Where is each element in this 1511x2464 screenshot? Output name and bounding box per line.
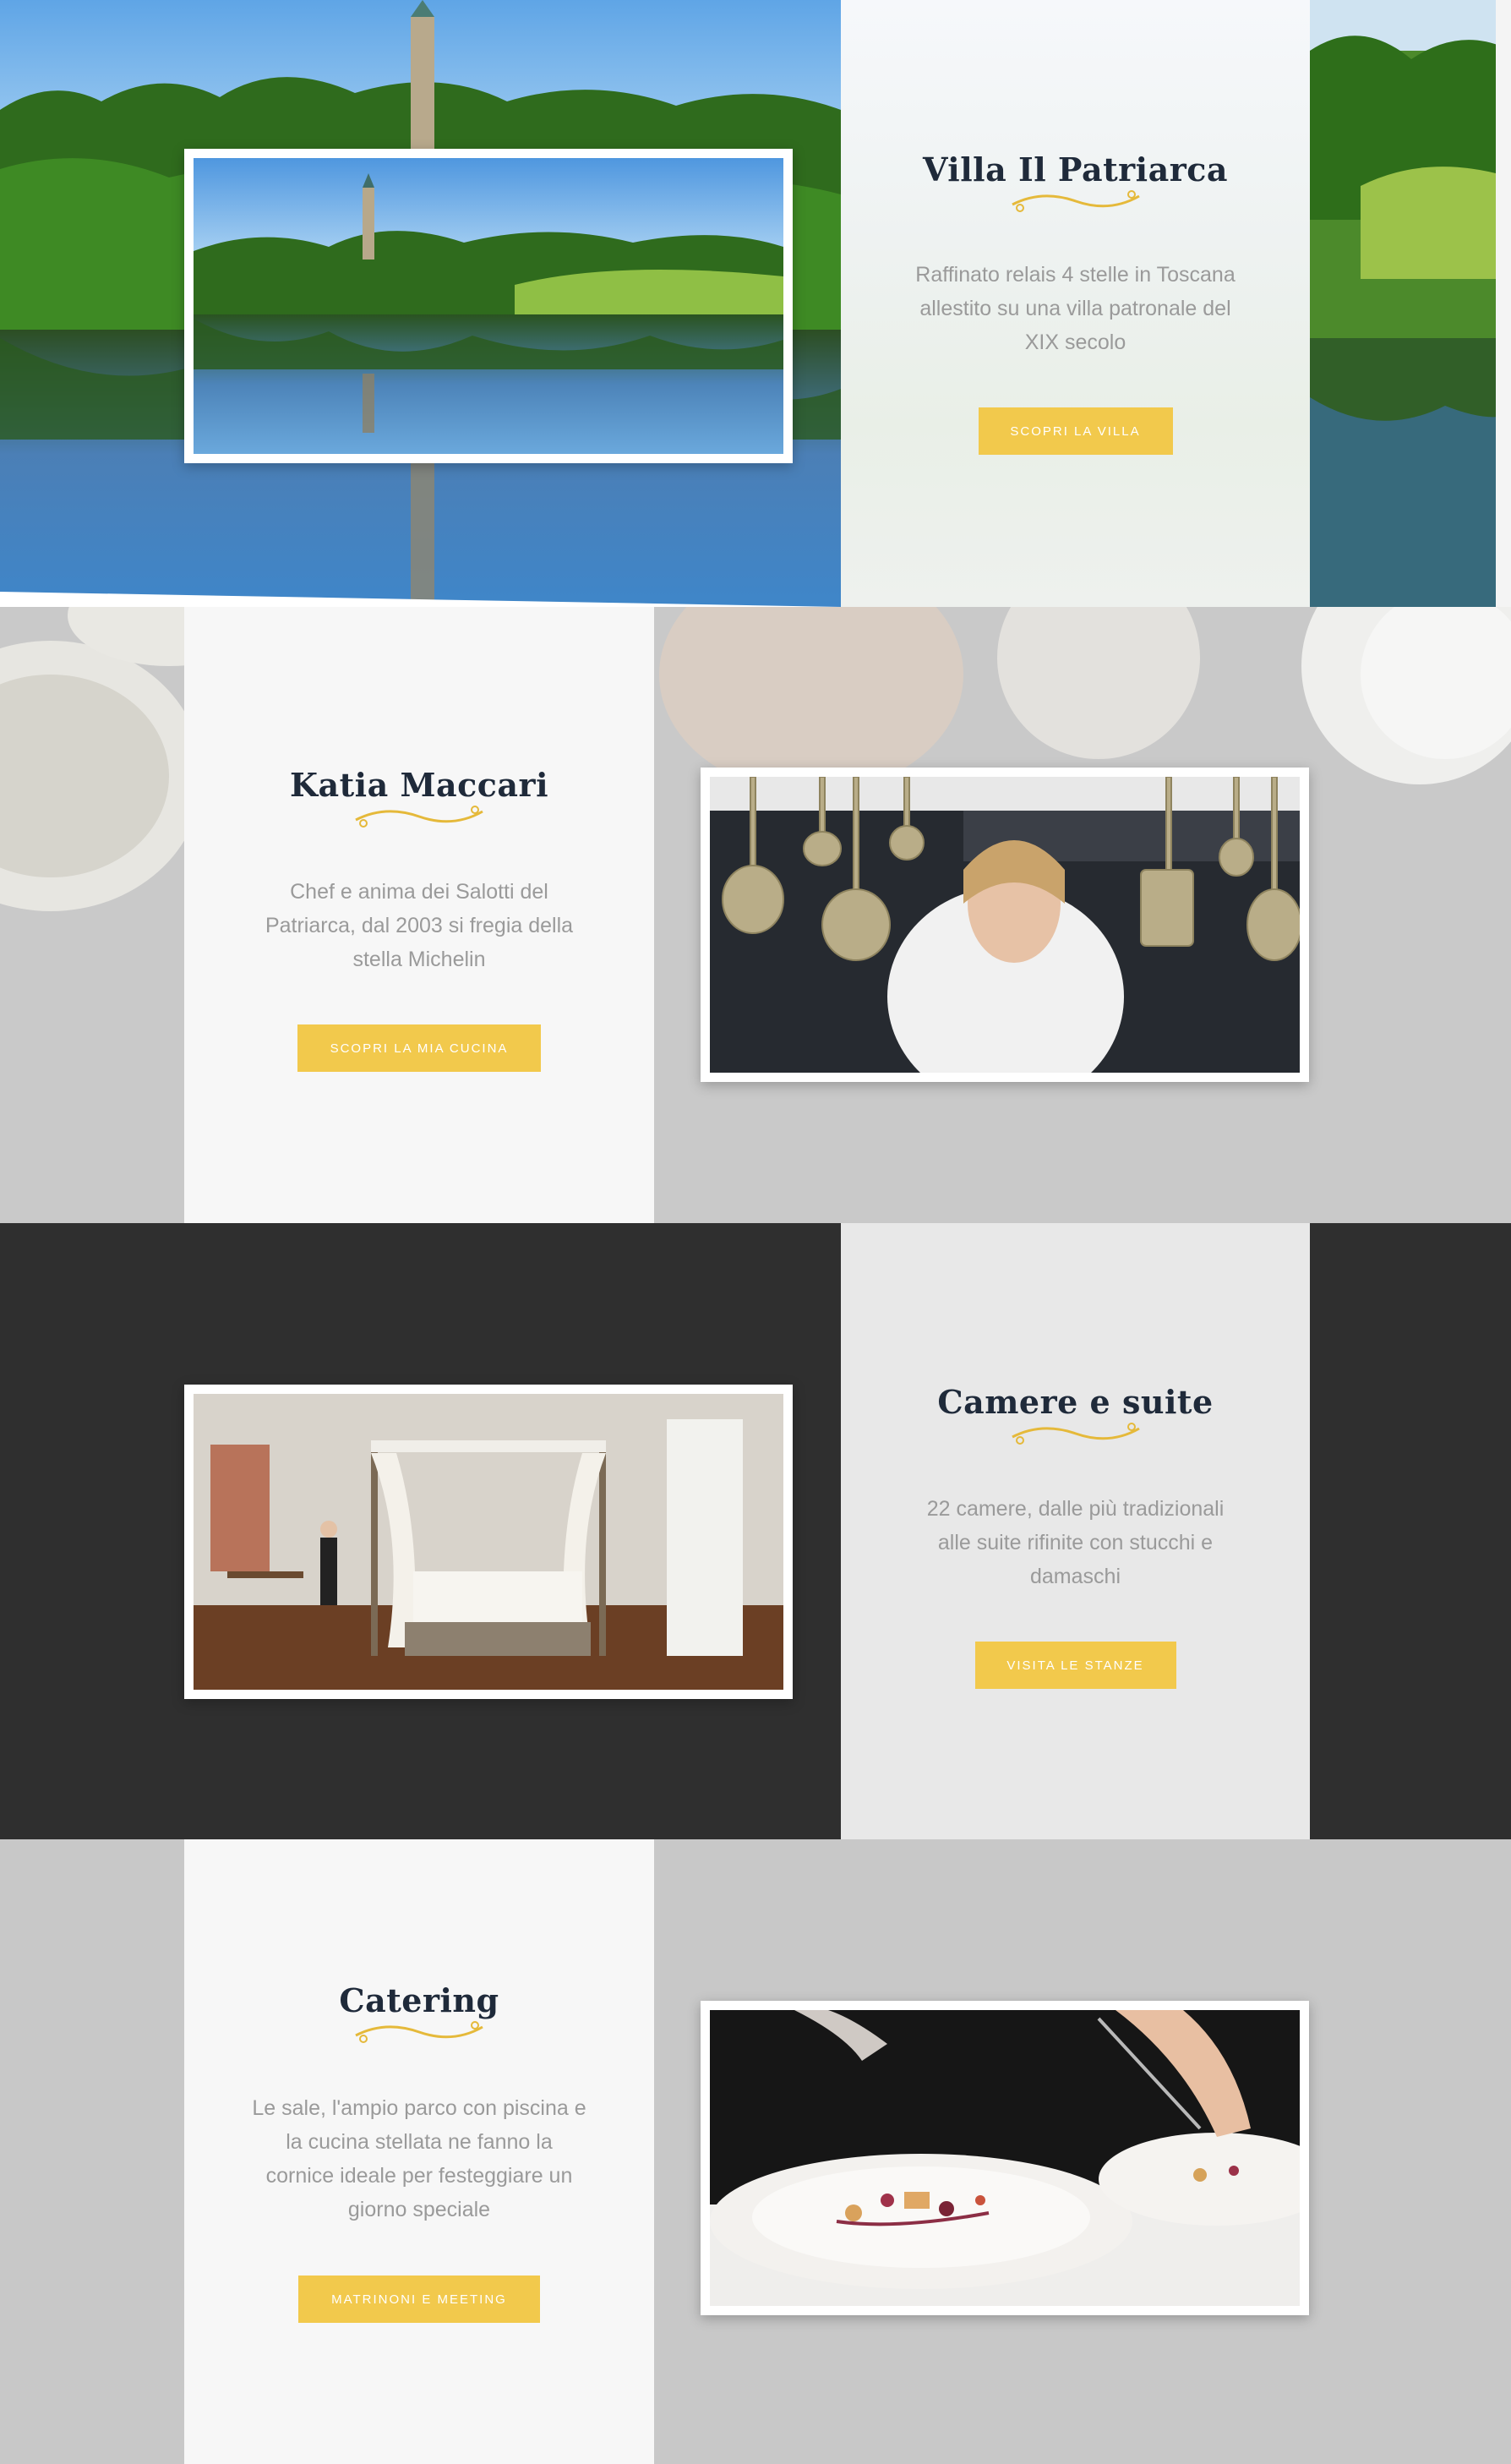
plated-dish-photo [710, 2010, 1300, 2306]
catering-text-line: giorno speciale [347, 2198, 491, 2221]
rooms-text-line: 22 camere, dalle più tradizionali [926, 1497, 1225, 1521]
chef-title: Katia Maccari [289, 766, 549, 804]
chef-photo-frame[interactable] [701, 768, 1309, 1082]
bedroom-photo [194, 1394, 783, 1690]
rooms-text-line: damaschi [1030, 1565, 1121, 1588]
villa-photo-frame[interactable] [184, 149, 793, 463]
rooms-title: Camere e suite [937, 1383, 1214, 1421]
lake-castle-photo [194, 158, 783, 454]
lake-right-background-image [1310, 0, 1511, 607]
rooms-section: Camere e suite 22 camere, dalle più trad… [0, 1223, 1511, 1839]
visita-le-stanze-button[interactable]: VISITA LE STANZE [974, 1642, 1176, 1689]
rooms-photo-frame[interactable] [184, 1385, 793, 1699]
catering-info-panel: Catering Le sale, l'ampio parco con pisc… [184, 1839, 654, 2464]
catering-text-line: la cucina stellata ne fanno la [286, 2130, 553, 2154]
chef-text-line: Chef e anima dei Salotti del [290, 880, 548, 904]
villa-description: Raffinato relais 4 stelle in Toscana all… [883, 258, 1268, 359]
chef-description: Chef e anima dei Salotti del Patriarca, … [226, 875, 612, 976]
catering-text-line: Le sale, l'ampio parco con piscina e [252, 2096, 586, 2120]
catering-text-line: cornice ideale per festeggiare un [265, 2164, 573, 2188]
title-flourish-icon [355, 806, 483, 828]
scopri-la-mia-cucina-button[interactable]: SCOPRI LA MIA CUCINA [297, 1024, 541, 1072]
villa-info-panel: Villa Il Patriarca Raffinato relais 4 st… [841, 0, 1310, 607]
catering-photo-frame[interactable] [701, 2001, 1309, 2315]
matrinoni-e-meeting-button[interactable]: MATRINONI E MEETING [298, 2276, 540, 2323]
catering-title: Catering [339, 1981, 499, 2019]
chef-kitchen-photo [710, 777, 1300, 1073]
villa-section: Villa Il Patriarca Raffinato relais 4 st… [0, 0, 1511, 607]
rooms-text-line: alle suite rifinite con stucchi e [937, 1531, 1214, 1554]
chef-section: Katia Maccari Chef e anima dei Salotti d… [0, 607, 1511, 1223]
villa-text-line: Raffinato relais 4 stelle in Toscana [915, 263, 1236, 287]
chef-text-line: Patriarca, dal 2003 si fregia della [265, 914, 574, 937]
title-flourish-icon [355, 2021, 483, 2043]
catering-section: Catering Le sale, l'ampio parco con pisc… [0, 1839, 1511, 2464]
scopri-la-villa-button[interactable]: SCOPRI LA VILLA [978, 407, 1173, 455]
villa-text-line: allestito su una villa patronale del [919, 297, 1231, 320]
rooms-info-panel: Camere e suite 22 camere, dalle più trad… [841, 1223, 1310, 1839]
villa-text-line: XIX secolo [1024, 331, 1126, 354]
chef-text-line: stella Michelin [352, 948, 486, 971]
villa-title: Villa Il Patriarca [922, 150, 1228, 188]
rooms-description: 22 camere, dalle più tradizionali alle s… [883, 1492, 1268, 1593]
title-flourish-icon [1011, 190, 1140, 212]
catering-description: Le sale, l'ampio parco con piscina e la … [226, 2091, 612, 2226]
chef-info-panel: Katia Maccari Chef e anima dei Salotti d… [184, 607, 654, 1223]
title-flourish-icon [1011, 1423, 1140, 1445]
